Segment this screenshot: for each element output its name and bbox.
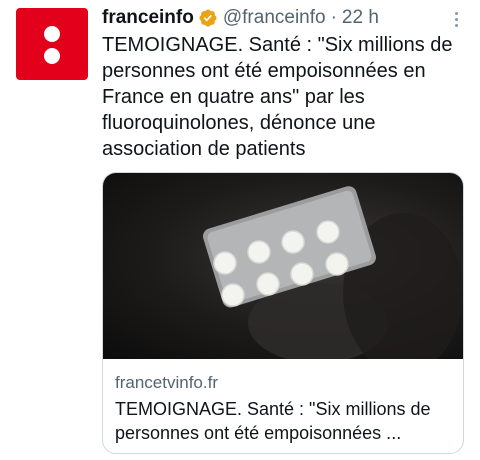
tweet[interactable]: franceinfo @franceinfo · 22 h TEMOIGNAGE… xyxy=(0,0,480,460)
tweet-text: TEMOIGNAGE. Santé : "Six millions de per… xyxy=(102,34,453,160)
card-title[interactable]: TEMOIGNAGE. Santé : "Six millions de per… xyxy=(115,397,455,445)
pill-blister-photo xyxy=(202,186,463,359)
separator: · xyxy=(330,7,337,28)
tweet-header: franceinfo @franceinfo · 22 h xyxy=(102,6,379,30)
card-image[interactable] xyxy=(103,173,463,359)
display-name[interactable]: franceinfo xyxy=(102,7,194,29)
handle[interactable]: @franceinfo xyxy=(223,7,326,29)
more-options-icon[interactable] xyxy=(446,8,466,30)
verified-badge-icon xyxy=(199,9,217,27)
card-domain[interactable]: francetvinfo.fr xyxy=(115,373,218,393)
timestamp[interactable]: 22 h xyxy=(342,7,379,29)
avatar[interactable] xyxy=(16,8,88,80)
avatar-logo-dot xyxy=(44,26,60,42)
avatar-logo-dot xyxy=(44,48,60,64)
link-card[interactable]: francetvinfo.fr TEMOIGNAGE. Santé : "Six… xyxy=(102,172,464,454)
